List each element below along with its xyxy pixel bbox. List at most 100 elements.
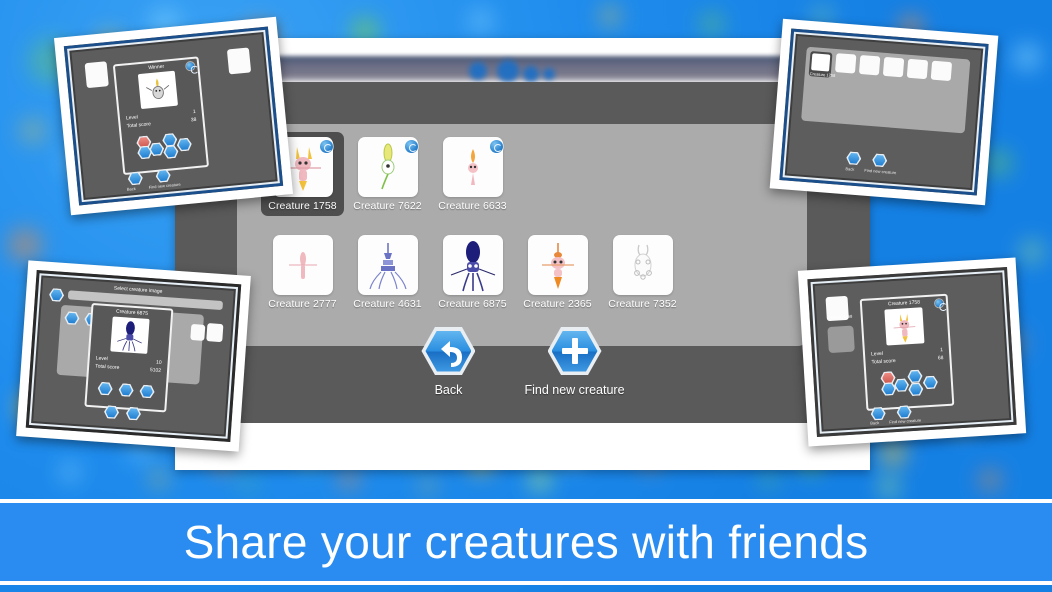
share-badge-icon — [934, 299, 944, 308]
creature-row-1: Creature 1758 Creature 7622 Creature 663… — [261, 132, 514, 216]
mini-tile — [84, 61, 109, 89]
bokeh-dot — [340, 470, 358, 488]
bokeh-dot — [1020, 240, 1044, 264]
creature-label: Creature 6875 — [438, 298, 507, 310]
info-hex-button — [163, 145, 179, 159]
bokeh-dot — [600, 6, 620, 26]
creature-label: Creature 2777 — [268, 298, 337, 310]
info-hex-button — [908, 382, 924, 396]
mini-tile — [206, 323, 224, 343]
creature-list-panel: Creature 1758 Creature 7622 Creature 663… — [237, 124, 807, 346]
winner-dialog: Winner Level 1 Total score 38 — [112, 56, 210, 176]
bokeh-dot — [1014, 44, 1040, 70]
share-badge-icon[interactable] — [490, 140, 503, 153]
mini-placeholder — [827, 325, 855, 354]
creature-tile-7622[interactable]: Creature 7622 — [346, 132, 429, 216]
creature-thumb — [527, 235, 588, 295]
back-hex-button — [881, 382, 897, 396]
logo-blob — [522, 66, 539, 82]
level-label: Level — [125, 114, 139, 122]
back-hex-button — [846, 151, 862, 165]
action-bar: Back Find new creature — [175, 323, 870, 413]
score-label: Total score — [126, 121, 152, 130]
back-button[interactable]: Back — [420, 323, 476, 397]
bokeh-dot — [470, 10, 492, 32]
back-button-label: Back — [434, 383, 463, 397]
mini-tile-caption: Creature 1758 — [826, 313, 853, 321]
level-label: Level — [870, 350, 884, 358]
level-value: 10 — [155, 359, 162, 366]
play-hex-button — [923, 375, 939, 389]
mini-tile — [190, 323, 206, 341]
mini-tile — [834, 53, 857, 74]
plus-icon — [561, 338, 588, 364]
logo-blob — [468, 62, 487, 80]
creature-label: Creature 7352 — [608, 298, 677, 310]
mini-app: Select creature image Creature 6875 Leve… — [33, 277, 234, 435]
score-value: 5102 — [149, 367, 162, 374]
bokeh-dot — [880, 478, 898, 496]
creature-tile-2365[interactable]: Creature 2365 — [516, 230, 599, 314]
add-hex-button — [139, 385, 155, 399]
creature-label: Creature 2365 — [523, 298, 592, 310]
bokeh-dot — [420, 478, 436, 494]
bokeh-dot — [986, 150, 1012, 176]
creature-label: Creature 1758 — [268, 200, 337, 212]
creature-tile-7352[interactable]: Creature 7352 — [601, 230, 684, 314]
edit-hex-button — [162, 133, 178, 147]
back-label: Back — [870, 420, 880, 426]
navy-squid-creature-icon — [117, 321, 142, 352]
play-hex-button — [176, 137, 192, 151]
bokeh-dot — [60, 462, 80, 482]
card-creature-grid[interactable]: Creature 1758 Back Find new creature — [769, 18, 999, 206]
mini-app: Creature 1758 Back Find new creature — [786, 35, 982, 189]
find-new-creature-button[interactable]: Find new creature — [524, 323, 625, 397]
share-hex-button — [894, 378, 910, 392]
share-badge-icon[interactable] — [320, 140, 333, 153]
card-creature-detail[interactable]: Creature 1758 Creature 1758 Level 1 Tota… — [797, 257, 1027, 447]
creature-row-2: Creature 2777 Creature 4631 Creature 687… — [261, 230, 684, 314]
creature-thumb — [357, 235, 418, 295]
share-hex-button — [118, 383, 134, 397]
promo-banner-text: Share your creatures with friends — [183, 516, 869, 568]
pink-horned-creature-icon — [893, 313, 916, 343]
dialog-creature-image — [884, 307, 925, 346]
mini-tile — [930, 60, 953, 82]
mini-tile — [858, 54, 881, 76]
creature-tile-6633[interactable]: Creature 6633 — [431, 132, 514, 216]
orange-bot-creature-icon — [541, 243, 574, 289]
mini-tile — [226, 47, 252, 75]
creature-thumb — [612, 235, 673, 295]
creature-thumb — [272, 235, 333, 295]
bokeh-dot — [8, 228, 42, 262]
dialog-creature-image — [137, 70, 179, 110]
find-new-label: Find new creature — [864, 167, 897, 176]
navy-squid-creature-icon — [450, 241, 495, 292]
edit-hex-button — [907, 369, 923, 383]
share-badge-icon[interactable] — [405, 140, 418, 153]
mini-tile — [906, 58, 929, 80]
app-logo-icon — [463, 60, 583, 82]
creature-tile-6875[interactable]: Creature 6875 — [431, 230, 514, 314]
find-new-hex-button — [872, 153, 888, 167]
creature-label: Creature 6633 — [438, 200, 507, 212]
bokeh-dot — [760, 470, 778, 488]
white-ghost-creature-icon — [633, 244, 652, 280]
creature-thumb — [442, 235, 503, 295]
card-winner-dialog[interactable]: Winner Level 1 Total score 38 Back Find … — [53, 16, 294, 216]
logo-blob — [496, 60, 519, 82]
creature-icon — [146, 78, 170, 100]
card-select-creature-image[interactable]: Select creature image Creature 6875 Leve… — [16, 260, 251, 452]
creature-tile-2777[interactable]: Creature 2777 — [261, 230, 344, 314]
level-label: Level — [95, 355, 108, 363]
creature-label: Creature 4631 — [353, 298, 422, 310]
card-screenshot: Creature 1758 Creature 1758 Level 1 Tota… — [807, 267, 1017, 437]
dialog-creature-image — [110, 316, 150, 354]
score-value: 38 — [190, 116, 197, 124]
bokeh-dot — [880, 440, 906, 466]
level-value: 1 — [192, 108, 196, 116]
score-value: 68 — [937, 355, 944, 362]
level-value: 1 — [939, 347, 944, 354]
creature-tile-4631[interactable]: Creature 4631 — [346, 230, 429, 314]
find-new-label: Find new creature — [148, 181, 181, 190]
